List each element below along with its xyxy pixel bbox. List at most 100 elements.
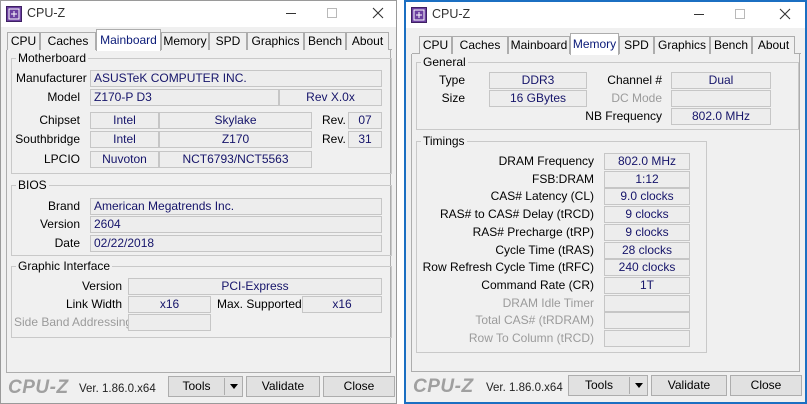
tools-button-label: Tools xyxy=(584,378,613,392)
timing-label: RAS# Precharge (tRP) xyxy=(472,225,594,239)
tab-memory[interactable]: Memory xyxy=(161,32,209,50)
timing-label: DRAM Idle Timer xyxy=(502,296,594,310)
southbridge-rev-value: 31 xyxy=(348,131,382,148)
bios-date-label: Date xyxy=(54,236,80,250)
dropdown-arrow-icon xyxy=(230,384,238,389)
close-window-button[interactable] xyxy=(367,4,389,22)
maximize-icon xyxy=(735,9,745,19)
minimize-icon xyxy=(286,13,296,14)
chipset-vendor: Intel xyxy=(90,112,159,129)
group-title: Timings xyxy=(421,134,467,148)
southbridge-name: Z170 xyxy=(159,131,312,148)
bios-version-value: 2604 xyxy=(90,216,382,233)
tab-mainboard[interactable]: Mainboard xyxy=(96,29,161,51)
timing-label: FSB:DRAM xyxy=(531,172,594,186)
bios-brand-value: American Megatrends Inc. xyxy=(90,198,382,215)
mainboard-panel: Motherboard Manufacturer ASUSTeK COMPUTE… xyxy=(6,50,392,373)
nb-frequency-value: 802.0 MHz xyxy=(671,108,771,125)
timings-group: Timings DRAM Frequency 802.0 MHz FSB:DRAM 1… xyxy=(416,134,707,353)
timing-label: Total CAS# (tRDRAM) xyxy=(475,313,594,327)
tab-spd[interactable]: SPD xyxy=(209,32,247,50)
bios-version-label: Version xyxy=(39,217,80,231)
cpuz-window-mainboard: CPU-Z CPU Caches Mainboard Memory SPD Gr… xyxy=(0,0,397,404)
close-icon xyxy=(779,8,791,20)
bios-group: BIOS Brand American Megatrends Inc. Vers… xyxy=(11,178,392,256)
timing-label: CAS# Latency (CL) xyxy=(490,189,594,203)
close-button[interactable]: Close xyxy=(323,376,395,397)
timing-value: 1:12 xyxy=(604,171,690,188)
tools-button[interactable]: Tools xyxy=(568,375,648,396)
gi-version-label: Version xyxy=(81,279,122,293)
lpcio-vendor: Nuvoton xyxy=(90,151,159,168)
gi-link-width-value: x16 xyxy=(128,296,211,313)
chipset-rev-value: 07 xyxy=(348,112,382,129)
mem-type-label: Type xyxy=(438,73,465,87)
window-title: CPU-Z xyxy=(432,7,471,21)
minimize-button[interactable] xyxy=(688,5,710,23)
chipset-name: Skylake xyxy=(159,112,312,129)
tab-graphics[interactable]: Graphics xyxy=(654,36,710,54)
cpuz-logo: CPU-Z xyxy=(413,376,474,397)
maximize-button[interactable] xyxy=(321,4,343,22)
close-window-button[interactable] xyxy=(774,5,796,23)
timing-value: 9 clocks xyxy=(604,224,690,241)
tab-graphics[interactable]: Graphics xyxy=(247,32,304,50)
tab-cpu[interactable]: CPU xyxy=(7,32,40,50)
channel-value: Dual xyxy=(671,72,771,89)
minimize-button[interactable] xyxy=(280,4,302,22)
tab-cpu[interactable]: CPU xyxy=(419,36,452,54)
title-bar[interactable]: CPU-Z xyxy=(1,1,396,27)
motherboard-group: Motherboard Manufacturer ASUSTeK COMPUTE… xyxy=(11,51,392,174)
validate-button[interactable]: Validate xyxy=(246,376,320,397)
timing-value xyxy=(604,330,690,347)
gi-link-width-label: Link Width xyxy=(65,297,122,311)
maximize-button[interactable] xyxy=(729,5,751,23)
model-value: Z170-P D3 xyxy=(90,89,279,106)
maximize-icon xyxy=(327,8,337,18)
tab-bench[interactable]: Bench xyxy=(304,32,346,50)
gi-side-band-label: Side Band Addressing xyxy=(14,315,133,329)
tab-about[interactable]: About xyxy=(346,32,389,50)
tools-button[interactable]: Tools xyxy=(168,376,243,397)
dc-mode-value xyxy=(671,90,771,107)
timing-value: 802.0 MHz xyxy=(604,153,690,170)
tab-mainboard[interactable]: Mainboard xyxy=(508,36,570,54)
title-bar[interactable]: CPU-Z xyxy=(406,2,805,28)
group-title: Graphic Interface xyxy=(16,259,113,273)
group-title: Motherboard xyxy=(16,51,89,65)
timing-value: 9 clocks xyxy=(604,206,690,223)
bios-brand-label: Brand xyxy=(47,199,80,213)
gi-version-value: PCI-Express xyxy=(128,278,382,295)
mem-size-value: 16 GBytes xyxy=(489,90,587,107)
gi-side-band-value xyxy=(128,314,211,331)
cpuz-logo: CPU-Z xyxy=(8,377,69,398)
lpcio-label: LPCIO xyxy=(43,152,80,166)
lpcio-name: NCT6793/NCT5563 xyxy=(159,151,312,168)
tab-bar: CPU Caches Mainboard Memory SPD Graphics… xyxy=(7,29,392,51)
timing-label: Cycle Time (tRAS) xyxy=(495,243,594,257)
southbridge-rev-label: Rev. xyxy=(322,132,346,146)
tab-bar: CPU Caches Mainboard Memory SPD Graphics… xyxy=(412,33,801,55)
validate-button[interactable]: Validate xyxy=(651,375,727,396)
minimize-icon xyxy=(694,14,704,15)
model-revision: Rev X.0x xyxy=(279,89,382,106)
tab-caches[interactable]: Caches xyxy=(452,36,508,54)
footer: CPU-Z Ver. 1.86.0.x64 Tools Validate Clo… xyxy=(406,372,805,402)
tab-bench[interactable]: Bench xyxy=(710,36,752,54)
window-title: CPU-Z xyxy=(27,6,66,20)
nb-frequency-label: NB Frequency xyxy=(585,109,662,123)
graphic-interface-group: Graphic Interface Version PCI-Express Li… xyxy=(11,259,392,338)
tab-spd[interactable]: SPD xyxy=(619,36,654,54)
tab-memory[interactable]: Memory xyxy=(570,33,619,55)
close-button[interactable]: Close xyxy=(730,375,802,396)
gi-max-supported-label: Max. Supported xyxy=(217,297,302,311)
timing-label: Row Refresh Cycle Time (tRFC) xyxy=(422,260,594,274)
channel-label: Channel # xyxy=(607,73,662,87)
memory-panel: General Type DDR3 Size 16 GBytes Channel… xyxy=(411,54,800,372)
southbridge-label: Southbridge xyxy=(15,132,80,146)
manufacturer-value: ASUSTeK COMPUTER INC. xyxy=(90,70,382,87)
dc-mode-label: DC Mode xyxy=(611,91,662,105)
bios-date-value: 02/22/2018 xyxy=(90,235,382,252)
tab-caches[interactable]: Caches xyxy=(40,32,96,50)
tab-about[interactable]: About xyxy=(752,36,795,54)
